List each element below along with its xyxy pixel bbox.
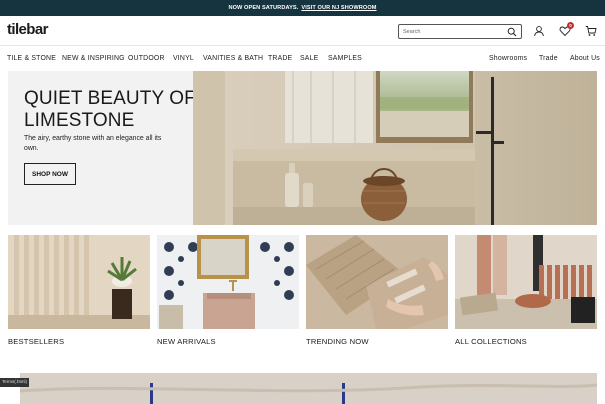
nav-trade[interactable]: TRADE	[268, 55, 292, 62]
hero-image-limestone-bathroom[interactable]	[193, 71, 597, 225]
nav-sale[interactable]: SALE	[300, 55, 318, 62]
tile-samples-illustration	[455, 235, 597, 329]
wishlist-count-badge: 0	[567, 22, 574, 29]
announcement-text: NOW OPEN SATURDAYS.	[228, 5, 299, 11]
nav-vanities-bath[interactable]: VANITIES & BATH	[203, 55, 263, 62]
nav-vinyl[interactable]: VINYL	[173, 55, 194, 62]
nav-samples[interactable]: SAMPLES	[328, 55, 362, 62]
nav-outdoor[interactable]: OUTDOOR	[128, 55, 165, 62]
textured-tiles-illustration	[306, 235, 448, 329]
bestsellers-label[interactable]: BESTSELLERS	[8, 337, 64, 346]
search-box[interactable]	[398, 24, 522, 39]
hero-subtitle: The airy, earthy stone with an elegance …	[24, 135, 162, 152]
limestone-bathroom-illustration	[193, 71, 597, 225]
marble-floor-illustration	[20, 373, 597, 404]
cart-icon[interactable]	[585, 25, 597, 37]
trending-now-image[interactable]	[306, 235, 448, 329]
site-header: tilebar 0	[0, 16, 605, 46]
trending-now-label[interactable]: TRENDING NOW	[306, 337, 369, 346]
main-nav: TILE & STONE NEW & INSPIRING OUTDOOR VIN…	[0, 47, 605, 71]
patterned-tile-vanity-illustration	[157, 235, 299, 329]
hero-title: QUIET BEAUTY OF LIMESTONE	[24, 88, 196, 131]
nav-about-us[interactable]: About Us	[570, 55, 600, 62]
all-collections-image[interactable]	[455, 235, 597, 329]
search-input[interactable]	[403, 26, 503, 37]
new-arrivals-image[interactable]	[157, 235, 299, 329]
nav-trade-right[interactable]: Trade	[539, 55, 558, 62]
next-banner-image[interactable]	[20, 373, 597, 404]
shop-now-button[interactable]: SHOP NOW	[24, 163, 76, 185]
corner-debug-tag: Terms(.html)	[0, 378, 29, 387]
search-icon[interactable]	[507, 27, 517, 37]
showroom-link[interactable]: VISIT OUR NJ SHOWROOM	[301, 5, 376, 11]
nav-tile-stone[interactable]: TILE & STONE	[7, 55, 56, 62]
tilebar-logo[interactable]: tilebar	[7, 21, 48, 38]
account-icon[interactable]	[533, 25, 545, 37]
new-arrivals-label[interactable]: NEW ARRIVALS	[157, 337, 216, 346]
nav-showrooms[interactable]: Showrooms	[489, 55, 527, 62]
all-collections-label[interactable]: ALL COLLECTIONS	[455, 337, 527, 346]
bestsellers-image[interactable]	[8, 235, 150, 329]
nav-new-inspiring[interactable]: NEW & INSPIRING	[62, 55, 125, 62]
fluted-wall-illustration	[8, 235, 150, 329]
announcement-bar: NOW OPEN SATURDAYS. VISIT OUR NJ SHOWROO…	[0, 0, 605, 16]
